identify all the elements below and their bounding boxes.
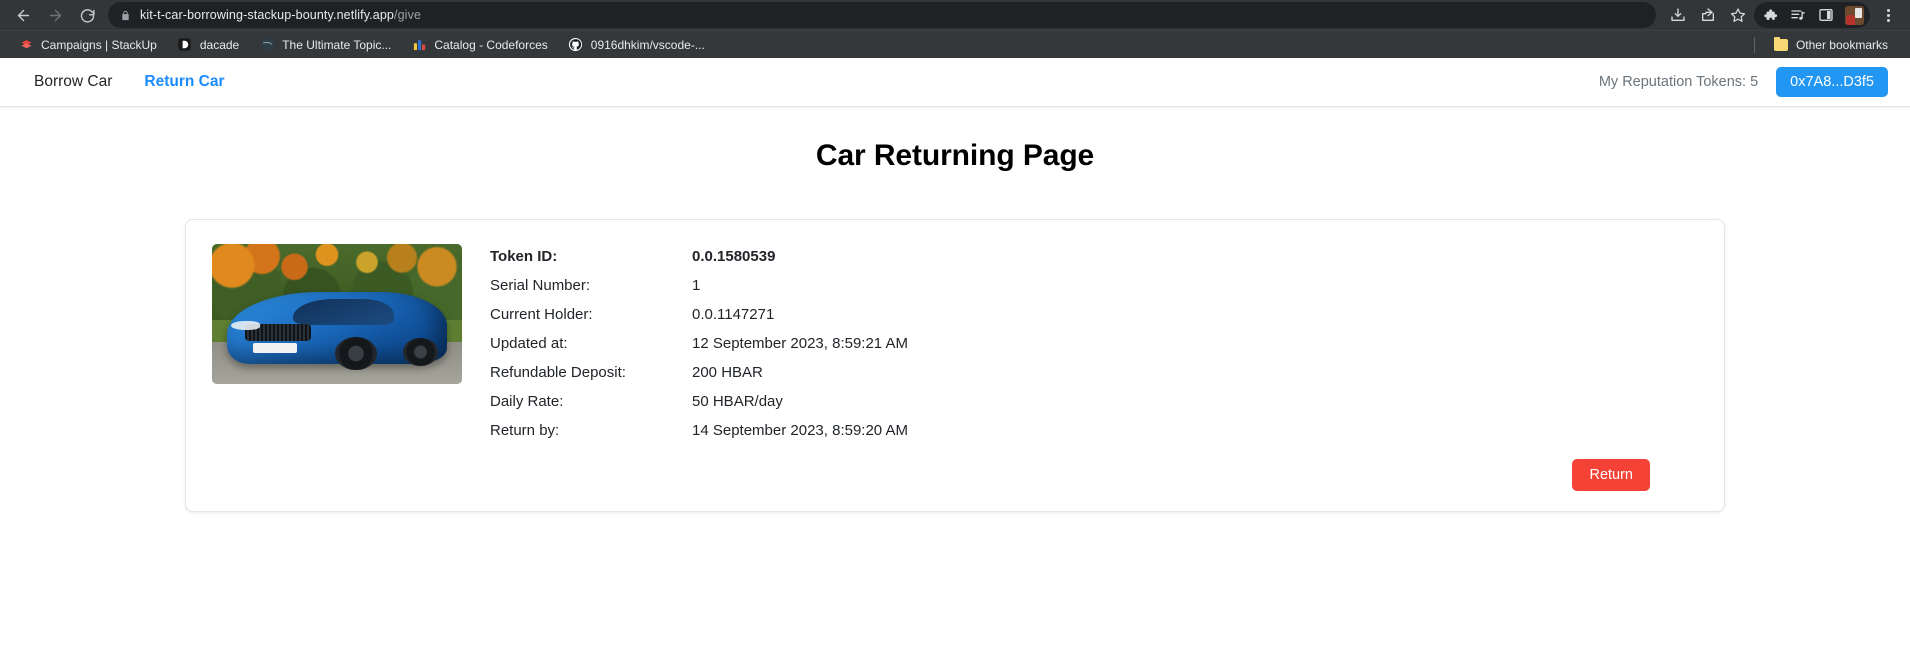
bookmark-github-vscode[interactable]: 0916dhkim/vscode-... [560, 34, 713, 56]
bookmark-label: Campaigns | StackUp [41, 37, 157, 52]
bookmark-label: 0916dhkim/vscode-... [590, 37, 705, 52]
bookmark-label: Catalog - Codeforces [434, 37, 548, 52]
downloads-icon[interactable] [1664, 2, 1692, 28]
card-body: Token ID: 0.0.1580539 Serial Number: 1 C… [212, 244, 1698, 439]
reload-icon [80, 8, 95, 23]
back-button[interactable] [8, 1, 38, 29]
detail-value: 14 September 2023, 8:59:20 AM [692, 422, 908, 439]
browser-toolbar: kit-t-car-borrowing-stackup-bounty.netli… [0, 0, 1910, 30]
detail-label: Serial Number: [490, 277, 591, 294]
detail-value: 1 [692, 277, 701, 294]
nav-link-borrow-car[interactable]: Borrow Car [34, 73, 112, 91]
detail-row-current-holder: Current Holder: 0.0.1147271 [490, 306, 1698, 323]
account-address-button[interactable]: 0x7A8...D3f5 [1776, 66, 1888, 98]
globe-icon [259, 37, 275, 53]
detail-value: 50 HBAR/day [692, 393, 783, 410]
extensions-pill [1754, 2, 1870, 28]
photo-car-headlight [231, 320, 260, 331]
detail-row-return-by: Return by: 14 September 2023, 8:59:20 AM [490, 422, 1698, 439]
detail-label: Token ID: [490, 248, 558, 265]
back-arrow-icon [17, 9, 29, 21]
other-bookmarks-folder[interactable]: Other bookmarks [1765, 34, 1896, 56]
chrome-menu-kebab-icon[interactable] [1874, 2, 1902, 28]
side-panel-icon[interactable] [1812, 2, 1840, 28]
folder-icon [1773, 36, 1789, 53]
url-text: kit-t-car-borrowing-stackup-bounty.netli… [140, 8, 421, 22]
detail-value: 0.0.1147271 [692, 306, 775, 323]
detail-value: 0.0.1580539 [692, 248, 776, 265]
detail-row-serial-number: Serial Number: 1 [490, 277, 1698, 294]
navbar-right: My Reputation Tokens: 5 0x7A8...D3f5 [1598, 66, 1888, 98]
extensions-puzzle-icon[interactable] [1756, 2, 1784, 28]
github-icon [568, 37, 584, 53]
toolbar-icons [1664, 2, 1902, 28]
profile-avatar-icon[interactable] [1840, 2, 1868, 28]
page-title: Car Returning Page [815, 139, 1095, 172]
detail-label: Daily Rate: [490, 393, 564, 410]
bookmark-catalog-codeforces[interactable]: Catalog - Codeforces [403, 34, 555, 56]
detail-label: Current Holder: [490, 306, 593, 323]
bookmark-campaigns-stackup[interactable]: Campaigns | StackUp [10, 34, 165, 56]
dacade-icon [177, 37, 193, 53]
bookmark-label: dacade [199, 37, 240, 52]
other-bookmarks-label: Other bookmarks [1795, 37, 1888, 52]
lock-icon [120, 9, 131, 22]
stackup-icon [18, 37, 34, 53]
bookmark-star-icon[interactable] [1724, 2, 1752, 28]
detail-label: Updated at: [490, 335, 568, 352]
detail-row-refundable-deposit: Refundable Deposit: 200 HBAR [490, 364, 1698, 381]
photo-car-plate [253, 342, 298, 353]
bookmarks-divider [1753, 36, 1755, 53]
detail-row-updated-at: Updated at: 12 September 2023, 8:59:21 A… [490, 335, 1698, 352]
url-domain: kit-t-car-borrowing-stackup-bounty.netli… [140, 8, 394, 22]
bookmark-label: The Ultimate Topic... [282, 37, 392, 52]
photo-car-rear-wheel [403, 338, 439, 366]
detail-row-token-id: Token ID: 0.0.1580539 [490, 248, 1698, 265]
detail-label: Refundable Deposit: [490, 364, 626, 381]
card-footer: Return [212, 459, 1698, 491]
bookmark-dacade[interactable]: dacade [169, 34, 247, 56]
address-bar[interactable]: kit-t-car-borrowing-stackup-bounty.netli… [108, 2, 1656, 28]
forward-button[interactable] [40, 1, 70, 29]
navigation-buttons [8, 1, 102, 29]
codeforces-icon [411, 37, 427, 53]
forward-arrow-icon [49, 9, 61, 21]
bookmarks-bar: Campaigns | StackUp dacade The Ultimate … [0, 30, 1910, 58]
nav-links: Borrow Car Return Car [34, 73, 225, 91]
photo-car-body [227, 291, 447, 371]
car-image [212, 244, 462, 384]
photo-car-windshield [293, 298, 395, 326]
photo-car-front-wheel [334, 336, 377, 371]
detail-value: 200 HBAR [692, 364, 763, 381]
detail-row-daily-rate: Daily Rate: 50 HBAR/day [490, 393, 1698, 410]
reload-button[interactable] [72, 1, 102, 29]
app-navbar: Borrow Car Return Car My Reputation Toke… [0, 58, 1910, 107]
page-body: Car Returning Page Token ID: 0.0.1580539… [0, 107, 1910, 649]
browser-chrome: kit-t-car-borrowing-stackup-bounty.netli… [0, 0, 1910, 58]
detail-value: 12 September 2023, 8:59:21 AM [692, 335, 908, 352]
bookmark-ultimate-topic[interactable]: The Ultimate Topic... [251, 34, 399, 56]
car-details-list: Token ID: 0.0.1580539 Serial Number: 1 C… [490, 244, 1698, 439]
reputation-tokens-label: My Reputation Tokens: 5 [1598, 73, 1759, 90]
media-playlist-icon[interactable] [1784, 2, 1812, 28]
share-icon[interactable] [1694, 2, 1722, 28]
url-path: /give [394, 8, 422, 22]
avatar [1844, 5, 1864, 25]
detail-label: Return by: [490, 422, 560, 439]
car-return-card: Token ID: 0.0.1580539 Serial Number: 1 C… [185, 219, 1725, 512]
return-button[interactable]: Return [1572, 459, 1650, 491]
nav-link-return-car[interactable]: Return Car [144, 73, 224, 91]
